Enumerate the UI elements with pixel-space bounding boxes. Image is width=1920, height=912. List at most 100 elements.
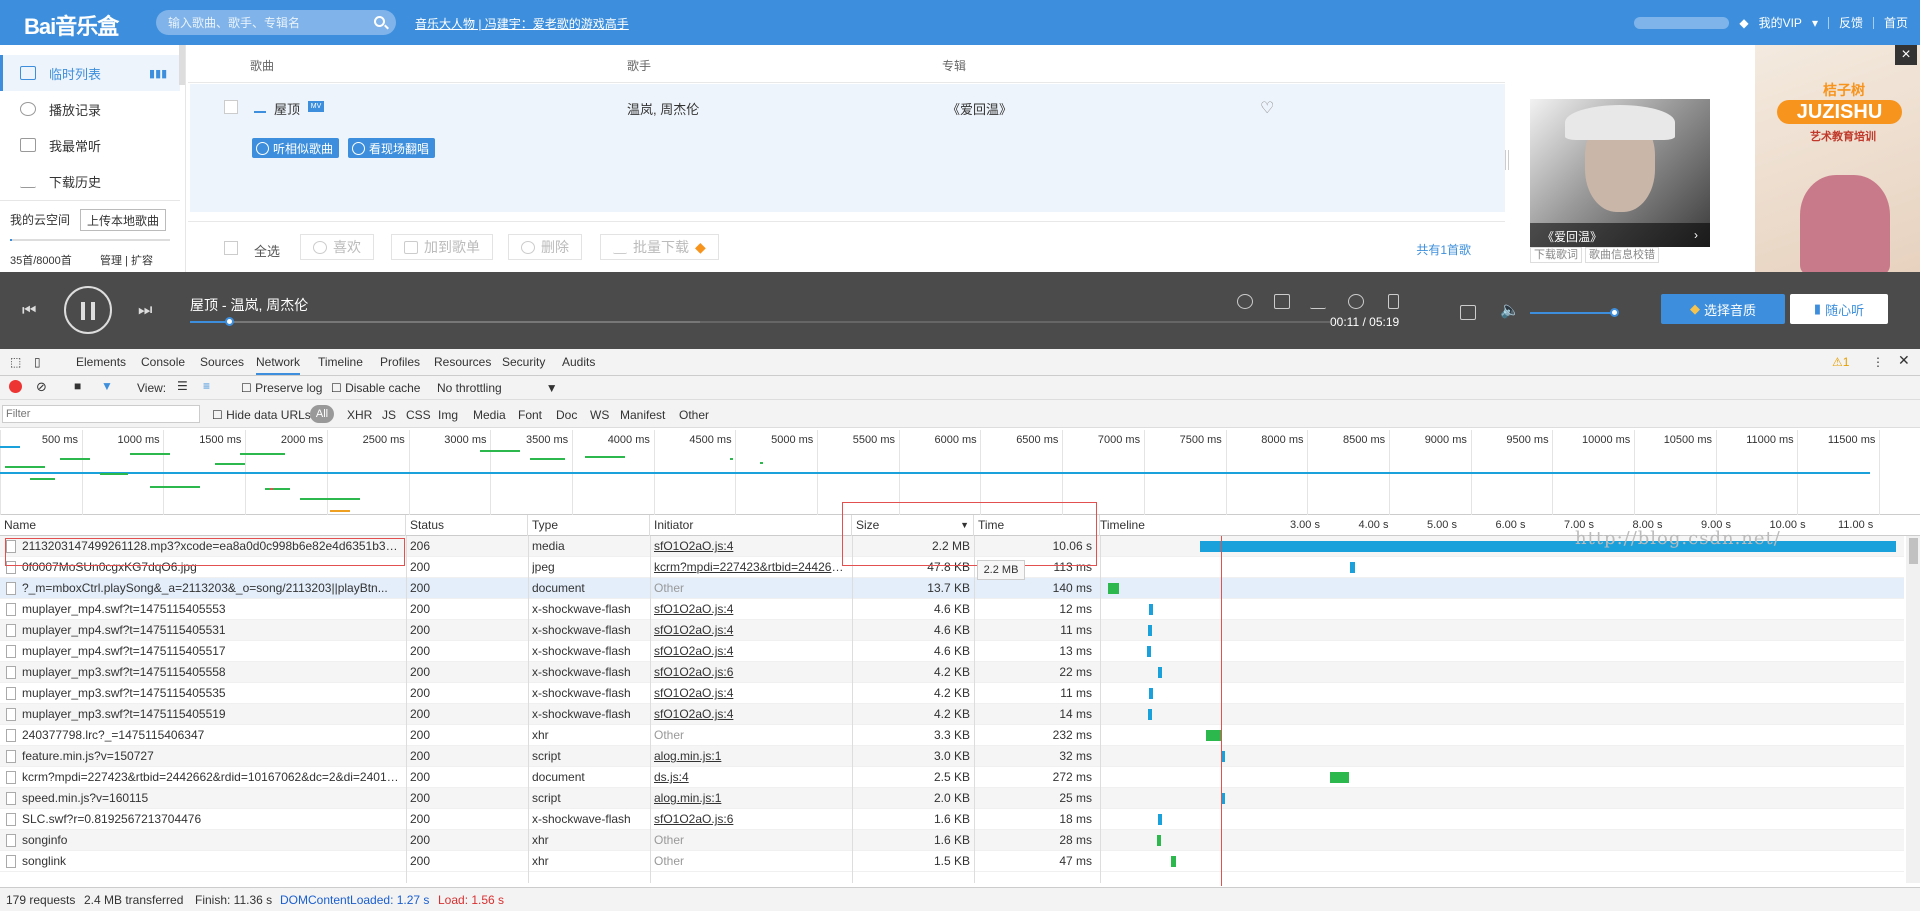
- search-input[interactable]: [168, 13, 368, 32]
- request-initiator[interactable]: sfO1O2aO.js:6: [654, 662, 848, 683]
- sidebar-item-history[interactable]: 播放记录: [0, 91, 180, 127]
- tab-resources[interactable]: Resources: [434, 355, 491, 369]
- type-media[interactable]: Media: [473, 408, 506, 422]
- song-row[interactable]: 屋顶 MV 温岚, 周杰伦 《爱回温》 ♡ 听相似歌曲 看现场翻唱: [190, 84, 1505, 212]
- request-row[interactable]: muplayer_mp3.swf?t=1475115405558 200 x-sho…: [0, 662, 1904, 683]
- request-initiator[interactable]: sfO1O2aO.js:4: [654, 683, 848, 704]
- request-initiator[interactable]: Other: [654, 578, 848, 599]
- ad-banner[interactable]: 桔子树 JUZISHU 艺术教育培训: [1755, 45, 1920, 272]
- request-row[interactable]: muplayer_mp4.swf?t=1475115405517 200 x-sho…: [0, 641, 1904, 662]
- loop-icon[interactable]: [1460, 305, 1476, 320]
- request-initiator[interactable]: alog.min.js:1: [654, 746, 848, 767]
- volume-slider[interactable]: [1530, 308, 1619, 317]
- similar-radio-icon[interactable]: [1348, 294, 1364, 309]
- volume-icon[interactable]: 🔈: [1500, 300, 1520, 320]
- tab-security[interactable]: Security: [502, 355, 545, 369]
- type-font[interactable]: Font: [518, 408, 542, 422]
- request-initiator[interactable]: Other: [654, 851, 848, 872]
- request-initiator[interactable]: ds.js:4: [654, 767, 848, 788]
- resize-handle[interactable]: [1505, 150, 1509, 170]
- list-view-icon[interactable]: ☰: [177, 379, 188, 393]
- disable-cache-checkbox[interactable]: ☐ Disable cache: [331, 381, 420, 395]
- request-initiator[interactable]: Other: [654, 830, 848, 851]
- download-icon[interactable]: [1310, 294, 1326, 309]
- song-title[interactable]: 屋顶: [274, 99, 300, 118]
- request-initiator[interactable]: sfO1O2aO.js:4: [654, 536, 848, 557]
- type-xhr[interactable]: XHR: [347, 408, 372, 422]
- request-initiator[interactable]: Other: [654, 725, 848, 746]
- select-all-label[interactable]: 全选: [254, 241, 280, 260]
- delete-button[interactable]: 删除: [508, 234, 582, 260]
- progress-handle[interactable]: [224, 317, 234, 326]
- close-devtools-icon[interactable]: ✕: [1898, 352, 1910, 369]
- home-link[interactable]: 首页: [1884, 14, 1908, 31]
- phone-icon[interactable]: [1388, 294, 1399, 309]
- username-blurred[interactable]: [1634, 16, 1730, 29]
- tab-elements[interactable]: Elements: [76, 355, 126, 369]
- type-other[interactable]: Other: [679, 408, 709, 422]
- tab-console[interactable]: Console: [141, 355, 185, 369]
- request-row[interactable]: ?_m=mboxCtrl.playSong&_a=2113203&_o=song…: [0, 578, 1904, 599]
- col-initiator[interactable]: Initiator: [650, 515, 852, 536]
- col-status[interactable]: Status: [406, 515, 528, 536]
- request-row[interactable]: muplayer_mp3.swf?t=1475115405519 200 x-sho…: [0, 704, 1904, 725]
- clear-icon[interactable]: ⊘: [36, 379, 47, 395]
- share-icon[interactable]: [1274, 294, 1290, 309]
- favorite-icon[interactable]: [1237, 294, 1253, 309]
- type-js[interactable]: JS: [382, 408, 396, 422]
- promo-link[interactable]: 音乐大人物 | 冯建宇：爱老歌的游戏高手: [415, 15, 629, 32]
- request-initiator[interactable]: sfO1O2aO.js:6: [654, 809, 848, 830]
- tab-network[interactable]: Network: [256, 355, 301, 375]
- request-row[interactable]: speed.min.js?v=160115 200 script alog.min.j…: [0, 788, 1904, 809]
- type-manifest[interactable]: Manifest: [620, 408, 665, 422]
- search-box[interactable]: [156, 10, 396, 35]
- camera-icon[interactable]: ■: [74, 379, 81, 393]
- song-info-link[interactable]: 歌曲信息校错: [1585, 247, 1659, 263]
- col-type[interactable]: Type: [528, 515, 650, 536]
- live-cover-button[interactable]: 看现场翻唱: [348, 138, 436, 158]
- similar-songs-button[interactable]: 听相似歌曲: [252, 138, 340, 158]
- vip-menu[interactable]: 我的VIP: [1759, 14, 1802, 31]
- sidebar-item-frequent[interactable]: 我最常听: [0, 127, 180, 163]
- request-row[interactable]: feature.min.js?v=150727 200 script alog.min…: [0, 746, 1904, 767]
- request-scrollbar[interactable]: [1906, 536, 1920, 883]
- request-initiator[interactable]: sfO1O2aO.js:4: [654, 620, 848, 641]
- preserve-log-checkbox[interactable]: ☐ Preserve log: [241, 381, 322, 395]
- ad-close-icon[interactable]: ×: [1895, 45, 1917, 65]
- request-row[interactable]: songinfo 200 xhr Other 1.6 KB 28 ms: [0, 830, 1904, 851]
- inspect-icon[interactable]: ⬚: [10, 355, 21, 369]
- add-to-playlist-button[interactable]: 加到歌单: [391, 234, 493, 260]
- song-artist[interactable]: 温岚, 周杰伦: [627, 99, 699, 118]
- throttle-select[interactable]: No throttling ▼: [437, 381, 558, 395]
- download-lyrics-link[interactable]: 下载歌词: [1530, 247, 1582, 263]
- progress-bar[interactable]: [190, 317, 1330, 326]
- type-img[interactable]: Img: [438, 408, 458, 422]
- song-checkbox[interactable]: [224, 100, 238, 114]
- song-album[interactable]: 《爱回温》: [947, 99, 1012, 118]
- request-initiator[interactable]: sfO1O2aO.js:4: [654, 641, 848, 662]
- more-icon[interactable]: ⋮: [1872, 355, 1884, 369]
- heart-icon[interactable]: ♡: [1260, 98, 1274, 118]
- request-row[interactable]: muplayer_mp3.swf?t=1475115405535 200 x-sho…: [0, 683, 1904, 704]
- manage-link[interactable]: 管理: [100, 255, 122, 267]
- tab-audits[interactable]: Audits: [562, 355, 595, 369]
- tab-timeline[interactable]: Timeline: [318, 355, 363, 369]
- sidebar-item-downloads[interactable]: 下载历史: [0, 163, 180, 199]
- waterfall-view-icon[interactable]: ≡: [203, 379, 210, 393]
- request-row[interactable]: 240377798.lrc?_=1475115406347 200 xhr Other…: [0, 725, 1904, 746]
- type-css[interactable]: CSS: [406, 408, 431, 422]
- filter-icon[interactable]: ▼: [101, 379, 113, 393]
- tab-sources[interactable]: Sources: [200, 355, 244, 369]
- record-icon[interactable]: [9, 380, 22, 393]
- request-initiator[interactable]: kcrm?mpdi=227423&rtbid=244266...: [654, 557, 848, 578]
- request-row[interactable]: SLC.swf?r=0.8192567213704476 200 x-shockwa…: [0, 809, 1904, 830]
- search-icon[interactable]: [374, 16, 385, 27]
- like-button[interactable]: 喜欢: [300, 234, 374, 260]
- pause-button[interactable]: [64, 286, 112, 334]
- random-listen-button[interactable]: ▮ 随心听: [1790, 294, 1888, 324]
- select-quality-button[interactable]: ◆ 选择音质: [1661, 294, 1785, 324]
- upload-local-button[interactable]: 上传本地歌曲: [80, 209, 166, 231]
- hide-data-urls-checkbox[interactable]: ☐ Hide data URLs: [212, 408, 311, 422]
- tab-profiles[interactable]: Profiles: [380, 355, 420, 369]
- select-all-checkbox[interactable]: [224, 241, 238, 255]
